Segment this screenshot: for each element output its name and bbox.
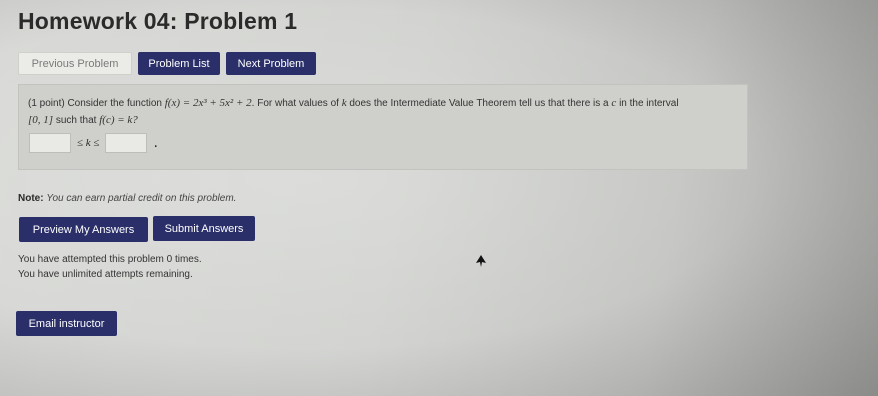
such-that-text: such that bbox=[55, 115, 97, 126]
answer-row: ≤ k ≤ . bbox=[29, 133, 158, 153]
attempted-count-text: You have attempted this problem 0 times. bbox=[18, 254, 202, 265]
previous-problem-button[interactable]: Previous Problem bbox=[18, 52, 132, 75]
variable-k: k bbox=[341, 97, 347, 109]
next-problem-button[interactable]: Next Problem bbox=[226, 52, 316, 75]
partial-credit-note: Note: You can earn partial credit on thi… bbox=[18, 193, 236, 204]
answer-actions: Preview My Answers Submit Answers bbox=[19, 216, 255, 242]
problem-intro: (1 point) Consider the function bbox=[28, 98, 162, 109]
variable-c: c bbox=[611, 97, 617, 109]
interval: [0, 1] bbox=[28, 114, 54, 126]
note-text: You can earn partial credit on this prob… bbox=[46, 193, 237, 204]
in-interval-text: in the interval bbox=[619, 98, 679, 109]
page-title: Homework 04: Problem 1 bbox=[18, 8, 298, 34]
submit-answers-button[interactable]: Submit Answers bbox=[153, 216, 255, 241]
problem-line-2: [0, 1] such that f(c) = k? bbox=[28, 112, 679, 129]
problem-line-1: (1 point) Consider the function f(x) = 2… bbox=[28, 95, 679, 112]
attempts-status: You have attempted this problem 0 times.… bbox=[18, 252, 202, 282]
problem-list-button[interactable]: Problem List bbox=[138, 52, 220, 75]
question-mid: . For what values of bbox=[251, 98, 339, 109]
inequality-text: ≤ k ≤ bbox=[77, 137, 100, 149]
function-expression: f(x) = 2x³ + 5x² + 2 bbox=[164, 97, 252, 109]
attempts-remaining-text: You have unlimited attempts remaining. bbox=[18, 269, 193, 280]
email-instructor-button[interactable]: Email instructor bbox=[16, 311, 117, 336]
answer-period: . bbox=[153, 134, 158, 151]
note-label: Note: bbox=[18, 193, 44, 204]
problem-statement: (1 point) Consider the function f(x) = 2… bbox=[28, 95, 679, 129]
problem-nav: Previous Problem Problem List Next Probl… bbox=[18, 52, 316, 75]
problem-box: (1 point) Consider the function f(x) = 2… bbox=[18, 84, 748, 170]
condition-expression: f(c) = k? bbox=[99, 114, 138, 126]
upper-bound-input[interactable] bbox=[105, 133, 148, 153]
preview-answers-button[interactable]: Preview My Answers bbox=[19, 217, 148, 242]
mouse-pointer-icon bbox=[476, 255, 486, 267]
question-end: does the Intermediate Value Theorem tell… bbox=[349, 98, 609, 109]
lower-bound-input[interactable] bbox=[29, 133, 71, 153]
